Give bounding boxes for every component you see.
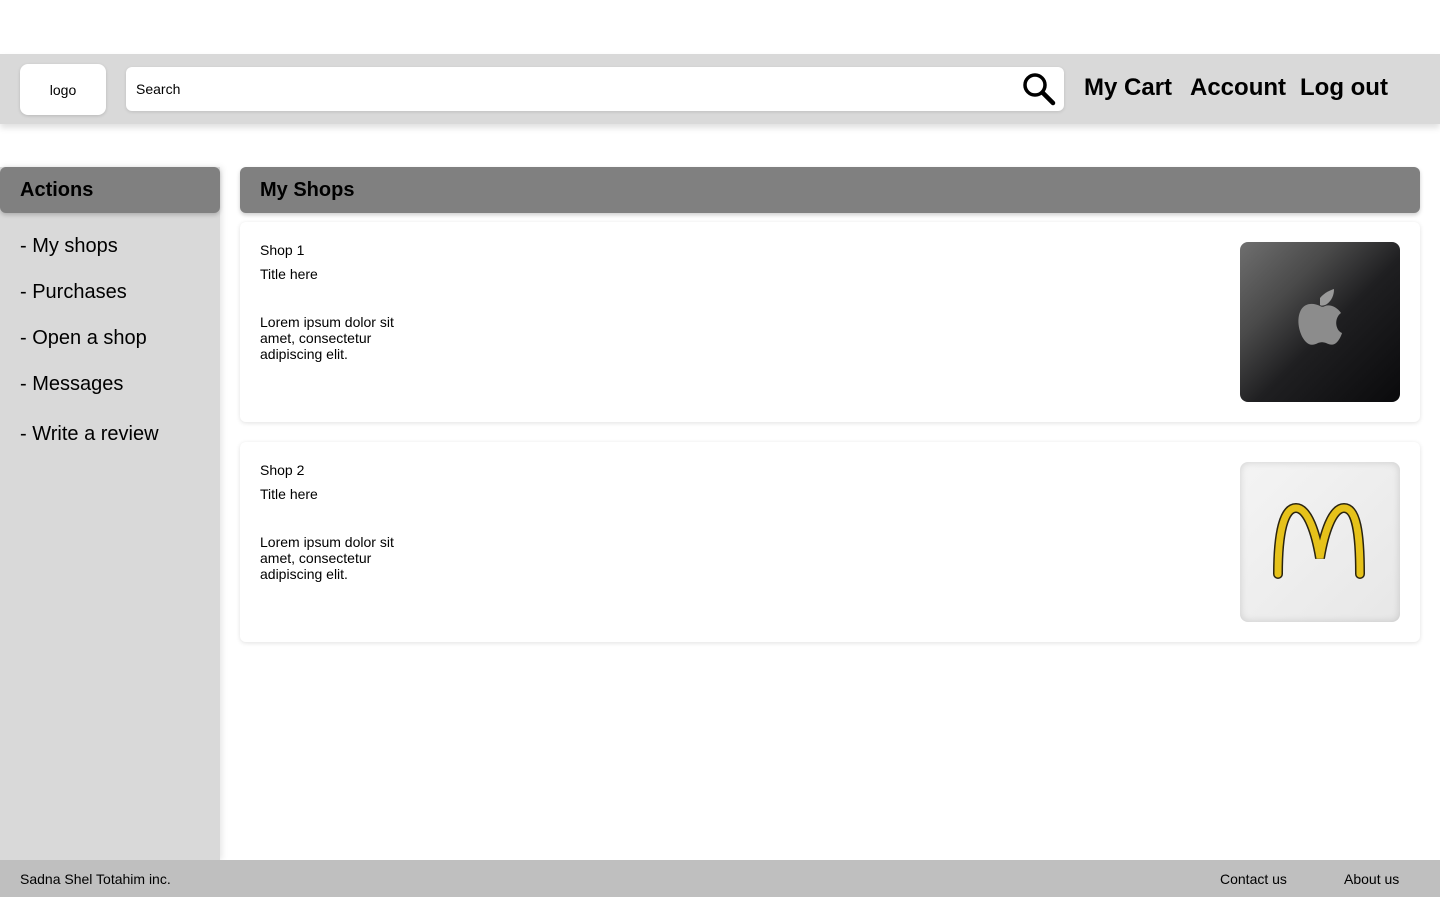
actions-sidebar: Actions - My shops - Purchases - Open a … (0, 167, 220, 860)
my-cart-link[interactable]: My Cart (1084, 74, 1172, 102)
sidebar-item-purchases[interactable]: - Purchases (20, 281, 127, 304)
logout-link[interactable]: Log out (1300, 74, 1388, 102)
shop-description: Lorem ipsum dolor sit amet, consectetur … (260, 314, 394, 362)
shop-description: Lorem ipsum dolor sit amet, consectetur … (260, 534, 394, 582)
copyright-text: Sadna Shel Totahim inc. (20, 871, 171, 887)
apple-logo-icon (1240, 242, 1400, 402)
logo[interactable]: logo (20, 64, 106, 115)
shop-card[interactable]: Shop 1 Title here Lorem ipsum dolor sit … (240, 222, 1420, 422)
search-input[interactable] (136, 67, 1006, 111)
page-title: My Shops (240, 167, 1420, 213)
search-bar (126, 67, 1064, 111)
sidebar-title: Actions (0, 167, 220, 213)
sidebar-item-open-shop[interactable]: - Open a shop (20, 327, 147, 350)
top-header: logo My Cart Account Log out (0, 54, 1440, 124)
shop-card[interactable]: Shop 2 Title here Lorem ipsum dolor sit … (240, 442, 1420, 642)
about-us-link[interactable]: About us (1344, 871, 1399, 887)
shop-title: Title here (260, 266, 318, 282)
shop-name: Shop 2 (260, 462, 305, 478)
shop-title: Title here (260, 486, 318, 502)
sidebar-item-write-review[interactable]: - Write a review (20, 423, 159, 446)
account-link[interactable]: Account (1190, 74, 1286, 102)
contact-us-link[interactable]: Contact us (1220, 871, 1287, 887)
sidebar-item-messages[interactable]: - Messages (20, 373, 123, 396)
footer: Sadna Shel Totahim inc. Contact us About… (0, 860, 1440, 897)
sidebar-item-my-shops[interactable]: - My shops (20, 235, 118, 258)
search-icon[interactable] (1022, 72, 1056, 106)
shop-name: Shop 1 (260, 242, 305, 258)
logo-text: logo (49, 81, 77, 98)
mcdonalds-logo-icon (1240, 462, 1400, 622)
